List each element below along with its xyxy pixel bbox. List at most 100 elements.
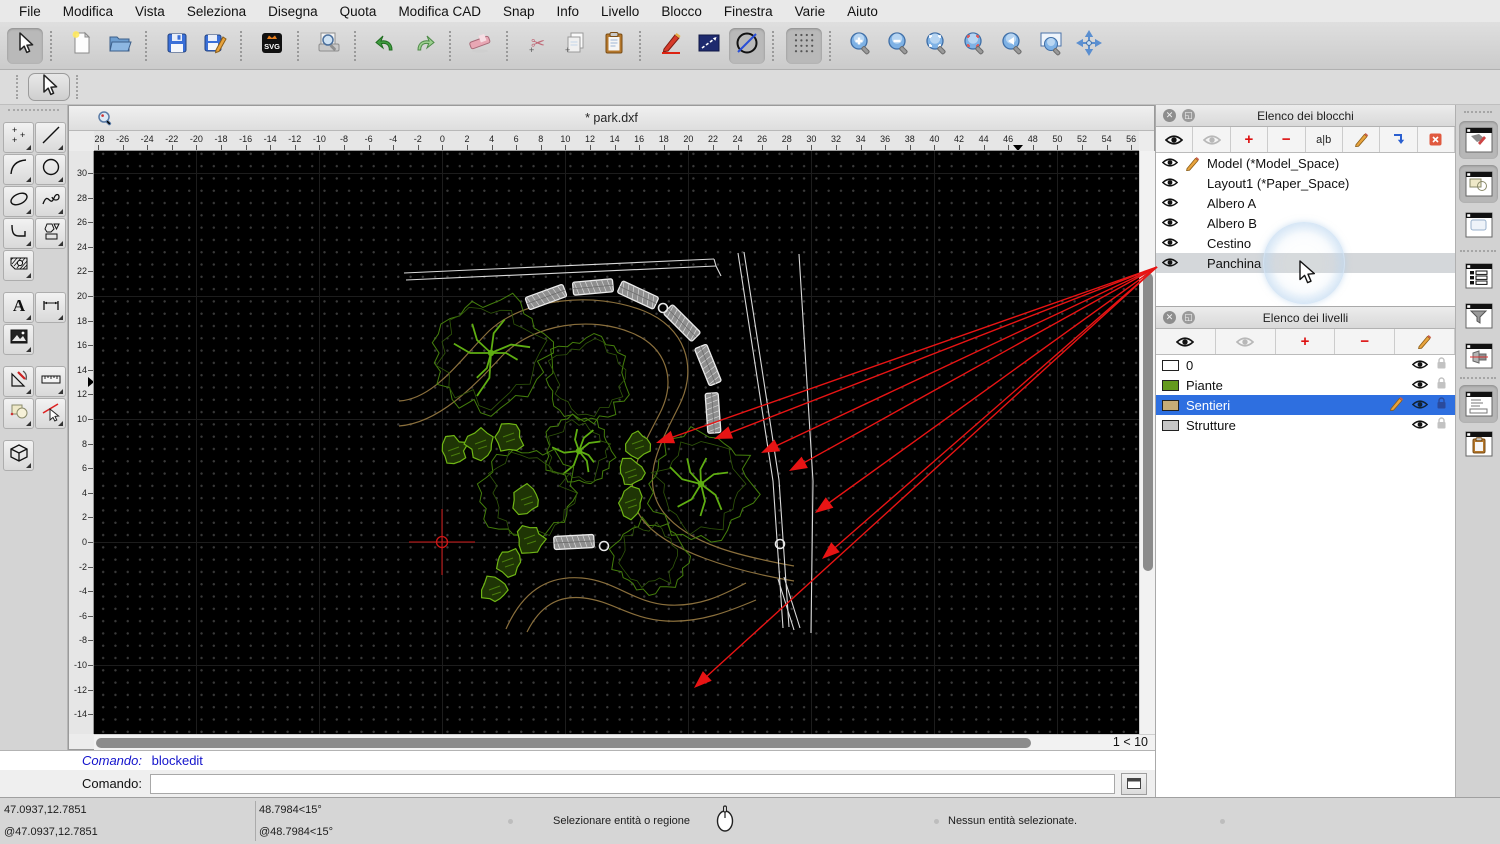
dock-layer-list-button[interactable]	[1459, 257, 1498, 295]
circle-tool-button[interactable]	[35, 154, 66, 185]
menu-modifica-cad[interactable]: Modifica CAD	[387, 4, 492, 19]
select-tool-button-large[interactable]	[28, 73, 70, 101]
save-as-button[interactable]	[197, 28, 233, 64]
menu-vista[interactable]: Vista	[124, 4, 176, 19]
dock-property-editor-button[interactable]	[1459, 121, 1498, 159]
block-row-albero-b[interactable]: Albero B	[1156, 213, 1455, 233]
select-tool-button[interactable]	[7, 28, 43, 64]
spline-tool-button[interactable]	[35, 186, 66, 217]
layer-visibility-eye-icon[interactable]	[1412, 418, 1428, 433]
vertical-scrollbar-thumb[interactable]	[1143, 273, 1153, 571]
ellipse-tool-button[interactable]	[3, 186, 34, 217]
menu-modifica[interactable]: Modifica	[52, 4, 124, 19]
vertical-scrollbar[interactable]	[1139, 151, 1156, 734]
measure-tool-button[interactable]	[35, 366, 66, 397]
layer-lock-icon[interactable]	[1436, 397, 1447, 413]
copy-button[interactable]: +	[558, 28, 594, 64]
dock-selection-filter-button[interactable]	[1459, 297, 1498, 335]
add-layer-button[interactable]: +	[1276, 329, 1336, 354]
block-row-model-model-space[interactable]: Model (*Model_Space)	[1156, 153, 1455, 173]
redo-button[interactable]	[406, 28, 442, 64]
add-block-button[interactable]: +	[1231, 127, 1268, 152]
line-attributes-button[interactable]	[691, 28, 727, 64]
layer-row-0[interactable]: 0	[1156, 355, 1455, 375]
menu-snap[interactable]: Snap	[492, 4, 546, 19]
viewport-3d-tool-button[interactable]	[3, 440, 34, 471]
block-visibility-eye-icon[interactable]	[1162, 176, 1178, 191]
close-icon[interactable]: ✕	[1163, 311, 1176, 324]
selection-tool-button[interactable]	[35, 398, 66, 429]
remove-layer-button[interactable]: −	[1335, 329, 1395, 354]
zoom-out-button[interactable]	[881, 28, 917, 64]
dock-command-line-button[interactable]	[1459, 385, 1498, 423]
menu-finestra[interactable]: Finestra	[713, 4, 784, 19]
menu-disegna[interactable]: Disegna	[257, 4, 329, 19]
block-row-albero-a[interactable]: Albero A	[1156, 193, 1455, 213]
block-visibility-eye-icon[interactable]	[1162, 236, 1178, 251]
zoom-previous-button[interactable]	[995, 28, 1031, 64]
close-icon[interactable]: ✕	[1163, 109, 1176, 122]
toolbar-drag-handle[interactable]	[76, 75, 82, 99]
float-panel-icon[interactable]: ◱	[1182, 109, 1195, 122]
edit-layer-button[interactable]	[1395, 329, 1455, 354]
block-visibility-eye-icon[interactable]	[1162, 256, 1178, 271]
text-tool-button[interactable]: A	[3, 292, 34, 323]
show-all-blocks-button[interactable]	[1156, 127, 1193, 152]
menu-aiuto[interactable]: Aiuto	[836, 4, 889, 19]
layer-color-swatch[interactable]	[1162, 400, 1179, 411]
grid-toggle-button[interactable]	[786, 28, 822, 64]
points-tool-button[interactable]: +++	[3, 122, 34, 153]
block-visibility-eye-icon[interactable]	[1162, 196, 1178, 211]
layer-visibility-eye-icon[interactable]	[1412, 398, 1428, 413]
float-panel-icon[interactable]: ◱	[1182, 311, 1195, 324]
line-tool-button[interactable]	[35, 122, 66, 153]
delete-button[interactable]	[463, 28, 499, 64]
show-all-layers-button[interactable]	[1156, 329, 1216, 354]
undo-button[interactable]	[368, 28, 404, 64]
edit-block-button[interactable]	[1343, 127, 1380, 152]
draft-mode-button[interactable]	[729, 28, 765, 64]
polyline-tool-button[interactable]	[3, 218, 34, 249]
new-file-button[interactable]	[64, 28, 100, 64]
menu-info[interactable]: Info	[546, 4, 591, 19]
block-row-cestino[interactable]: Cestino	[1156, 233, 1455, 253]
drawing-canvas[interactable]	[94, 151, 1139, 734]
save-button[interactable]	[159, 28, 195, 64]
modify-tool-button[interactable]	[3, 366, 34, 397]
block-tool-button[interactable]	[3, 398, 34, 429]
layer-row-piante[interactable]: Piante	[1156, 375, 1455, 395]
dimension-tool-button[interactable]	[35, 292, 66, 323]
hide-all-layers-button[interactable]	[1216, 329, 1276, 354]
menu-file[interactable]: File	[8, 4, 52, 19]
block-visibility-eye-icon[interactable]	[1162, 216, 1178, 231]
hide-all-blocks-button[interactable]	[1193, 127, 1230, 152]
menu-seleziona[interactable]: Seleziona	[176, 4, 257, 19]
menu-blocco[interactable]: Blocco	[650, 4, 713, 19]
layer-color-swatch[interactable]	[1162, 420, 1179, 431]
layer-lock-icon[interactable]	[1436, 377, 1447, 393]
toolbar-drag-handle[interactable]	[16, 75, 22, 99]
image-tool-button[interactable]	[3, 324, 34, 355]
block-row-panchina[interactable]: Panchina	[1156, 253, 1455, 273]
dock-clipboard-button[interactable]	[1459, 425, 1498, 463]
dock-block-list-button[interactable]	[1459, 165, 1498, 203]
layer-color-swatch[interactable]	[1162, 360, 1179, 371]
horizontal-scrollbar-thumb[interactable]	[96, 738, 1031, 748]
horizontal-scrollbar[interactable]: 1 < 10	[94, 734, 1156, 751]
svg-export-button[interactable]: SVG	[254, 28, 290, 64]
shapes-tool-button[interactable]	[35, 218, 66, 249]
layer-lock-icon[interactable]	[1436, 357, 1447, 373]
remove-block-button[interactable]: −	[1268, 127, 1305, 152]
layer-row-strutture[interactable]: Strutture	[1156, 415, 1455, 435]
open-file-button[interactable]	[102, 28, 138, 64]
palette-drag-handle[interactable]	[8, 109, 59, 119]
layer-row-sentieri[interactable]: Sentieri	[1156, 395, 1455, 415]
command-input[interactable]	[150, 774, 1115, 794]
block-row-layout1-paper-space[interactable]: Layout1 (*Paper_Space)	[1156, 173, 1455, 193]
zoom-window-button[interactable]	[1033, 28, 1069, 64]
zoom-in-button[interactable]	[843, 28, 879, 64]
pan-button[interactable]	[1071, 28, 1107, 64]
drawing-window-titlebar[interactable]: * park.dxf	[69, 106, 1154, 131]
dock-camera-button[interactable]	[1459, 337, 1498, 375]
block-visibility-eye-icon[interactable]	[1162, 156, 1178, 171]
